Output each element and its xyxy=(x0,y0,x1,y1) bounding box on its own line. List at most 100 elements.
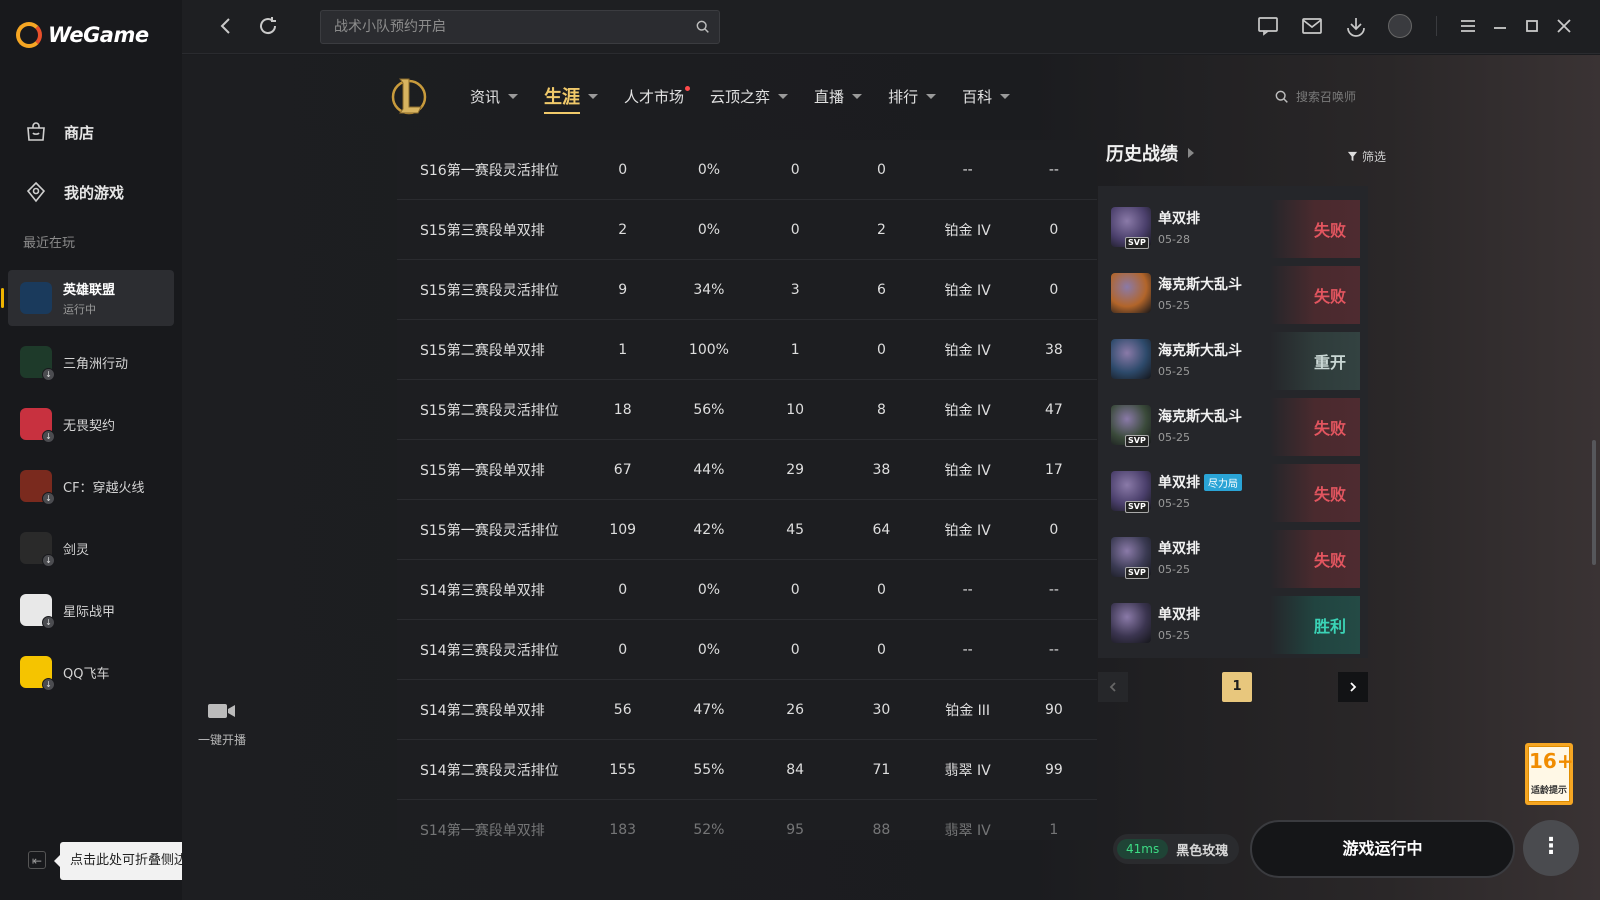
refresh-icon[interactable] xyxy=(256,14,280,38)
close-icon[interactable] xyxy=(1552,14,1576,38)
search-icon[interactable] xyxy=(695,19,711,35)
menu-icon[interactable] xyxy=(1456,14,1480,38)
sidebar-game-item[interactable]: ↓ 三角洲行动 xyxy=(8,332,174,392)
table-cell: 45 xyxy=(786,521,805,538)
chevron-down-icon xyxy=(852,93,863,99)
game-icon: ↓ xyxy=(20,346,55,381)
match-mode-label: 单双排 xyxy=(1158,475,1200,491)
start-stream-button[interactable]: 一键开播 xyxy=(192,700,252,748)
wegame-logo[interactable]: WeGame xyxy=(16,22,149,48)
chat-icon[interactable] xyxy=(1256,14,1280,38)
tab-4[interactable]: 直播 xyxy=(814,80,863,112)
chevron-right-icon xyxy=(1350,682,1357,692)
tab-3[interactable]: 云顶之弈 xyxy=(710,80,789,112)
match-item[interactable]: 海克斯大乱斗 05-25 失败 xyxy=(1111,260,1360,326)
server-status[interactable]: 41ms 黑色玫瑰 xyxy=(1113,834,1239,864)
sidebar-game-item[interactable]: 英雄联盟 运行中 xyxy=(1,270,174,326)
maximize-icon[interactable] xyxy=(1520,14,1544,38)
table-cell: -- xyxy=(962,581,973,598)
tab-2[interactable]: 人才市场 xyxy=(624,80,691,112)
sidebar-game-item[interactable]: ↓ 星际战甲 xyxy=(8,580,174,640)
tab-label: 生涯 xyxy=(544,87,581,108)
match-item[interactable]: SVP 单双排 05-28 失败 xyxy=(1111,194,1360,260)
table-cell: 64 xyxy=(872,521,891,538)
scrollbar[interactable] xyxy=(1592,440,1596,565)
game-name: 英雄联盟 xyxy=(63,283,116,298)
user-avatar[interactable] xyxy=(1388,14,1412,38)
tab-label: 百科 xyxy=(962,87,993,106)
table-cell: 18 xyxy=(613,401,632,418)
back-icon[interactable] xyxy=(214,14,238,38)
game-icon: ↓ xyxy=(20,656,55,691)
table-cell: 1 xyxy=(1049,821,1059,838)
sidebar-game-item[interactable]: ↓ 无畏契约 xyxy=(8,394,174,454)
match-item[interactable]: SVP 单双排 尽力局 05-25 失败 xyxy=(1111,458,1360,524)
game-name: 无畏契约 xyxy=(63,418,116,434)
table-cell: 84 xyxy=(786,761,805,778)
tab-1[interactable]: 生涯 xyxy=(544,80,599,114)
table-cell: 翡翠 IV xyxy=(944,762,991,779)
table-cell: 17 xyxy=(1044,461,1063,478)
current-page[interactable]: 1 xyxy=(1222,672,1252,702)
prev-page-button[interactable] xyxy=(1098,672,1128,702)
tab-0[interactable]: 资讯 xyxy=(470,80,519,112)
table-cell: 3 xyxy=(790,281,800,298)
tab-5[interactable]: 排行 xyxy=(888,80,937,112)
app-window: WeGame 商店 我的游戏 最近在玩 英雄联盟 运行中 ↓ 三角洲行动 ↓ 无畏契约 ↓ C… xyxy=(0,0,1600,900)
match-history-title: 历史战绩 xyxy=(1106,144,1178,165)
table-cell: 67 xyxy=(613,461,632,478)
filter-button[interactable]: 筛选 xyxy=(1347,148,1386,165)
sidebar-game-item[interactable]: ↓ CF：穿越火线 xyxy=(8,456,174,516)
match-item[interactable]: 单双排 05-25 胜利 xyxy=(1111,590,1360,656)
match-tag: 尽力局 xyxy=(1204,473,1242,491)
table-cell: S15第一赛段单双排 xyxy=(420,462,545,479)
summoner-search[interactable]: 搜索召唤师 xyxy=(1274,88,1356,105)
filter-label: 筛选 xyxy=(1361,150,1386,164)
table-cell: S14第一赛段单双排 xyxy=(420,822,545,839)
chevron-down-icon xyxy=(926,93,937,99)
tab-label: 直播 xyxy=(814,87,845,106)
table-cell: 0 xyxy=(1049,281,1059,298)
sidebar-game-item[interactable]: ↓ 剑灵 xyxy=(8,518,174,578)
next-page-button[interactable] xyxy=(1338,672,1368,702)
match-history-header[interactable]: 历史战绩 xyxy=(1106,140,1386,166)
match-mode: 单双排 xyxy=(1158,208,1200,228)
summoner-search-placeholder: 搜索召唤师 xyxy=(1296,90,1357,104)
more-options-button[interactable]: ⋮ xyxy=(1523,820,1579,876)
table-cell: -- xyxy=(1048,641,1059,658)
match-item[interactable]: SVP 海克斯大乱斗 05-25 失败 xyxy=(1111,392,1360,458)
collapse-sidebar-button[interactable]: ⇤ xyxy=(28,851,46,869)
download-icon[interactable] xyxy=(1344,14,1368,38)
match-mode-label: 海克斯大乱斗 xyxy=(1158,277,1242,293)
match-item[interactable]: 海克斯大乱斗 05-25 重开 xyxy=(1111,326,1360,392)
game-running-button[interactable]: 游戏运行中 xyxy=(1250,820,1515,878)
table-cell: 0% xyxy=(697,581,721,598)
chevron-down-icon xyxy=(1000,93,1011,99)
match-date: 05-25 xyxy=(1158,497,1190,510)
tab-6[interactable]: 百科 xyxy=(962,80,1011,112)
minimize-icon[interactable] xyxy=(1488,14,1512,38)
chevron-down-icon xyxy=(508,93,519,99)
sidebar-game-item[interactable]: ↓ QQ飞车 xyxy=(8,642,174,702)
table-cell: 38 xyxy=(872,461,891,478)
search-input[interactable] xyxy=(321,11,719,43)
start-stream-label: 一键开播 xyxy=(197,733,246,747)
sidebar-item-store[interactable]: 商店 xyxy=(0,102,182,162)
mail-icon[interactable] xyxy=(1300,14,1324,38)
league-logo-icon[interactable] xyxy=(391,75,427,117)
match-result: 失败 xyxy=(1270,200,1360,258)
table-row: S15第一赛段单双排 67 44% 29 38 铂金 IV 17 xyxy=(397,440,1097,500)
match-item[interactable]: SVP 单双排 05-25 失败 xyxy=(1111,524,1360,590)
champion-avatar: SVP xyxy=(1111,207,1151,249)
recent-title: 最近在玩 xyxy=(23,236,76,251)
match-info: 单双排 05-28 xyxy=(1158,208,1200,246)
table-cell: 56% xyxy=(693,401,725,418)
brand-name: WeGame xyxy=(48,23,149,47)
game-icon xyxy=(20,282,52,314)
match-result: 重开 xyxy=(1270,332,1360,390)
sidebar-item-my-games[interactable]: 我的游戏 xyxy=(0,162,182,222)
table-cell: 9 xyxy=(618,281,628,298)
table-cell: 44% xyxy=(693,461,725,478)
download-icon: ↓ xyxy=(42,430,55,443)
table-cell: 铂金 IV xyxy=(944,222,991,239)
